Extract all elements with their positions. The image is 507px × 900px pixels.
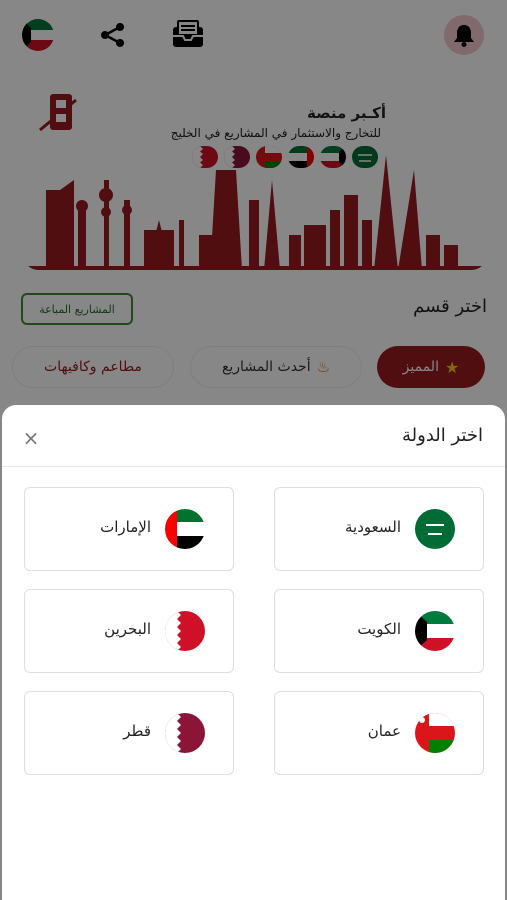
country-card-bahrain[interactable]: البحرين <box>24 589 234 673</box>
bahrain-flag-icon <box>165 611 205 651</box>
country-card-qatar[interactable]: قطر <box>24 691 234 775</box>
country-label: البحرين <box>104 620 151 638</box>
kuwait-flag-icon <box>415 611 455 651</box>
country-card-uae[interactable]: الإمارات <box>24 487 234 571</box>
saudi-flag-icon <box>415 509 455 549</box>
country-label: عمان <box>367 722 401 740</box>
country-label: قطر <box>123 722 151 740</box>
qatar-flag-icon <box>165 713 205 753</box>
country-card-oman[interactable]: عمان <box>274 691 484 775</box>
sheet-title: اختر الدولة <box>402 425 483 446</box>
country-label: الإمارات <box>100 518 151 536</box>
country-picker-sheet: اختر الدولة × السعودية الإمارات الكويت ا… <box>2 405 505 900</box>
uae-flag-icon <box>165 509 205 549</box>
country-card-saudi[interactable]: السعودية <box>274 487 484 571</box>
close-icon[interactable]: × <box>20 426 42 450</box>
sheet-header: اختر الدولة × <box>2 405 505 467</box>
country-card-kuwait[interactable]: الكويت <box>274 589 484 673</box>
country-label: السعودية <box>344 518 401 536</box>
country-label: الكويت <box>357 620 401 638</box>
oman-flag-icon <box>415 713 455 753</box>
